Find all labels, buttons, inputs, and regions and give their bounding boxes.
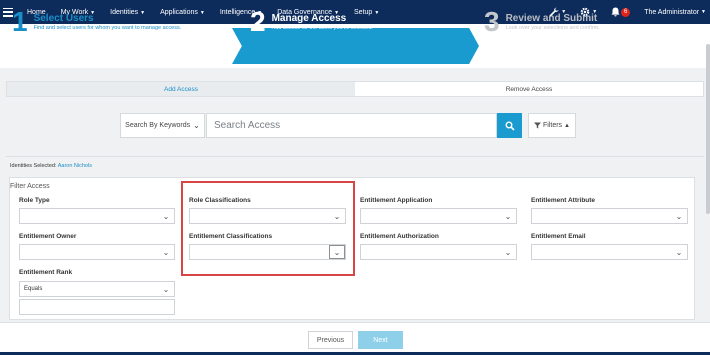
- step-subtitle: Look over your selections and confirm.: [505, 25, 600, 31]
- identities-label: Identities Selected:: [10, 163, 57, 169]
- entitlement-rank-label: Entitlement Rank: [19, 269, 73, 276]
- filter-access-title: Filter Access: [10, 183, 50, 190]
- search-by-dropdown[interactable]: Search By Keywords ⌄: [120, 113, 205, 138]
- previous-button[interactable]: Previous: [308, 331, 353, 349]
- chevron-down-icon: ⌄: [162, 247, 170, 257]
- role-type-select[interactable]: ⌄: [19, 208, 175, 224]
- highlight-box: [181, 181, 355, 276]
- step-title: Select Users: [33, 13, 94, 24]
- user-menu[interactable]: The Administrator ▼: [644, 9, 706, 16]
- chevron-down-icon: ⌄: [162, 211, 170, 221]
- filters-button[interactable]: Filters ▲: [528, 113, 576, 138]
- step-number: 2: [250, 6, 266, 37]
- chevron-down-icon: ⌄: [504, 247, 512, 257]
- entitlement-owner-label: Entitlement Owner: [19, 233, 77, 240]
- tab-add-access[interactable]: Add Access: [7, 82, 355, 96]
- bell-icon: [611, 7, 620, 17]
- rank-operator-value: Equals: [24, 286, 43, 292]
- step-title: Review and Submit: [505, 13, 598, 24]
- chevron-down-icon: ⌄: [162, 284, 170, 294]
- next-button[interactable]: Next: [358, 331, 403, 349]
- chevron-down-icon: ⌄: [504, 211, 512, 221]
- search-by-label: Search By Keywords: [125, 122, 191, 129]
- entitlement-attribute-label: Entitlement Attribute: [531, 197, 596, 204]
- step-number: 1: [12, 6, 28, 37]
- entitlement-owner-select[interactable]: ⌄: [19, 244, 175, 260]
- chevron-down-icon: ⌄: [675, 211, 683, 221]
- search-access-input[interactable]: Search Access: [206, 113, 497, 138]
- entitlement-application-select[interactable]: ⌄: [360, 208, 517, 224]
- wizard-step-review-submit[interactable]: 3 Review and Submit Look over your selec…: [484, 7, 600, 37]
- notifications[interactable]: 6: [611, 7, 631, 17]
- access-tabs: Add Access Remove Access: [6, 81, 704, 97]
- page-scrollbar[interactable]: [706, 44, 710, 214]
- chevron-down-icon: ⌄: [675, 247, 683, 257]
- caret-down-icon: ▼: [374, 9, 380, 16]
- divider: [6, 156, 704, 157]
- entitlement-authorization-select[interactable]: ⌄: [360, 244, 517, 260]
- step-subtitle: Find and select users for whom you want …: [33, 25, 182, 31]
- tab-remove-access[interactable]: Remove Access: [355, 82, 703, 96]
- entitlement-email-select[interactable]: ⌄: [531, 244, 688, 260]
- entitlement-attribute-select[interactable]: ⌄: [531, 208, 688, 224]
- role-type-label: Role Type: [19, 197, 50, 204]
- step-subtitle: Add access for the users you've selected…: [271, 25, 373, 31]
- step-number: 3: [484, 6, 500, 37]
- entitlement-email-label: Entitlement Email: [531, 233, 586, 240]
- chevron-down-icon: ⌄: [193, 121, 200, 130]
- wizard-step-manage-access[interactable]: 2 Manage Access Add access for the users…: [250, 7, 373, 37]
- entitlement-rank-input[interactable]: [19, 299, 175, 315]
- entitlement-rank-operator-select[interactable]: Equals ⌄: [19, 281, 175, 297]
- search-button[interactable]: [497, 113, 522, 138]
- user-name: The Administrator: [644, 8, 700, 16]
- entitlement-authorization-label: Entitlement Authorization: [360, 233, 439, 240]
- search-placeholder: Search Access: [214, 120, 281, 131]
- entitlement-application-label: Entitlement Application: [360, 197, 433, 204]
- caret-down-icon: ▼: [199, 9, 205, 16]
- notification-count-badge: 6: [621, 7, 631, 17]
- chevron-up-icon: ▲: [564, 122, 570, 129]
- identity-link[interactable]: Aaron Nichols: [58, 163, 92, 169]
- filter-icon: [533, 122, 541, 129]
- search-icon: [505, 121, 515, 131]
- identities-selected: Identities Selected: Aaron Nichols: [10, 163, 92, 169]
- footer-bar: [0, 322, 710, 355]
- caret-down-icon: ▼: [701, 9, 706, 15]
- wizard-step-select-users[interactable]: 1 Select Users Find and select users for…: [12, 7, 181, 37]
- step-title: Manage Access: [271, 13, 347, 24]
- filters-label: Filters: [542, 122, 563, 129]
